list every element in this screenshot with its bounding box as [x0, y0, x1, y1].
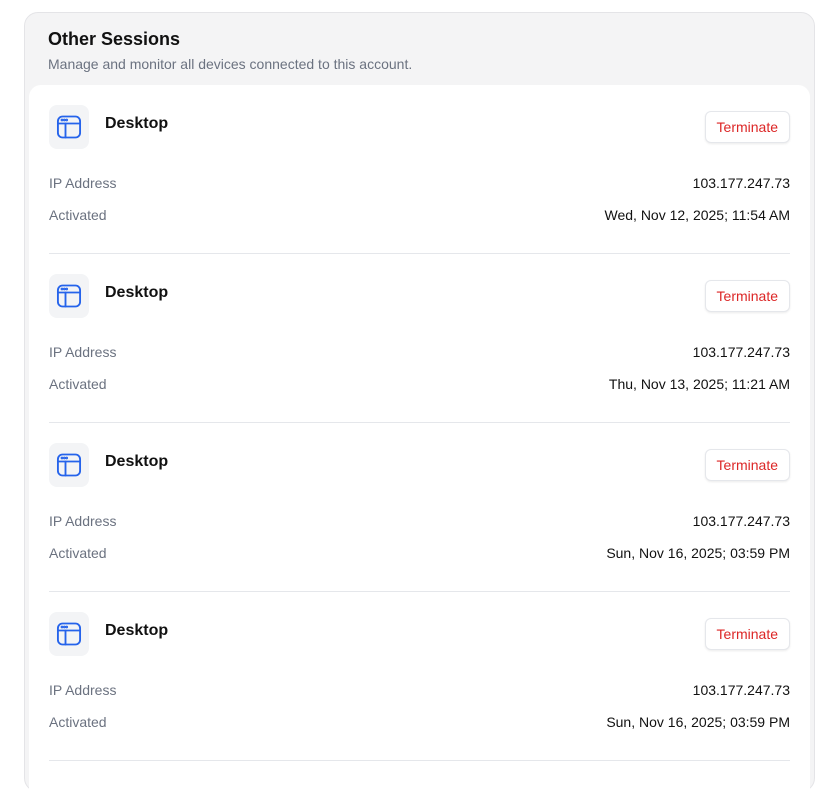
- session-item: Desktop Terminate IP Address 103.177.247…: [49, 85, 790, 254]
- device-name: Desktop: [105, 284, 169, 301]
- activated-value: Sun, Nov 16, 2025; 03:59 PM: [606, 545, 790, 561]
- ip-address-value: 103.177.247.73: [692, 175, 790, 191]
- activated-row: Activated Sun, Nov 16, 2025; 03:59 PM: [49, 543, 790, 563]
- browser-window-icon: [49, 612, 89, 656]
- ip-address-label: IP Address: [49, 682, 117, 698]
- terminate-button[interactable]: Terminate: [704, 280, 790, 312]
- activated-row: Activated Wed, Nov 12, 2025; 11:54 AM: [49, 205, 790, 225]
- terminate-button[interactable]: Terminate: [704, 111, 790, 143]
- activated-value: Wed, Nov 12, 2025; 11:54 AM: [604, 207, 791, 223]
- browser-window-icon: [49, 443, 89, 487]
- activated-row: Activated Thu, Nov 13, 2025; 11:21 AM: [49, 374, 790, 394]
- session-item: Desktop Terminate IP Address 103.177.247…: [49, 592, 790, 761]
- device-name: Desktop: [105, 115, 169, 132]
- ip-address-value: 103.177.247.73: [692, 682, 790, 698]
- browser-window-icon: [49, 105, 89, 149]
- session-item: Desktop Terminate IP Address 103.177.247…: [49, 423, 790, 592]
- browser-window-icon: [49, 274, 89, 318]
- ip-address-label: IP Address: [49, 513, 117, 529]
- ip-address-label: IP Address: [49, 175, 117, 191]
- terminate-button[interactable]: Terminate: [704, 449, 790, 481]
- other-sessions-card: Other Sessions Manage and monitor all de…: [24, 12, 815, 805]
- session-item: Desktop Terminate IP Address 103.177.247…: [49, 254, 790, 423]
- card-subtitle: Manage and monitor all devices connected…: [48, 56, 413, 72]
- card-header: Other Sessions Manage and monitor all de…: [25, 13, 814, 85]
- ip-address-row: IP Address 103.177.247.73: [49, 173, 790, 193]
- activated-label: Activated: [49, 376, 107, 392]
- card-title: Other Sessions: [48, 29, 181, 49]
- activated-value: Thu, Nov 13, 2025; 11:21 AM: [608, 376, 790, 392]
- ip-address-row: IP Address 103.177.247.73: [49, 680, 790, 700]
- device-name: Desktop: [105, 622, 169, 639]
- device-name: Desktop: [105, 453, 169, 470]
- ip-address-value: 103.177.247.73: [692, 513, 790, 529]
- sessions-list: Desktop Terminate IP Address 103.177.247…: [29, 85, 810, 805]
- ip-address-label: IP Address: [49, 344, 117, 360]
- activated-row: Activated Sun, Nov 16, 2025; 03:59 PM: [49, 712, 790, 732]
- activated-label: Activated: [49, 207, 107, 223]
- ip-address-row: IP Address 103.177.247.73: [49, 511, 790, 531]
- ip-address-row: IP Address 103.177.247.73: [49, 342, 790, 362]
- activated-label: Activated: [49, 545, 107, 561]
- activated-value: Sun, Nov 16, 2025; 03:59 PM: [606, 714, 790, 730]
- activated-label: Activated: [49, 714, 107, 730]
- ip-address-value: 103.177.247.73: [692, 344, 790, 360]
- terminate-button[interactable]: Terminate: [704, 618, 790, 650]
